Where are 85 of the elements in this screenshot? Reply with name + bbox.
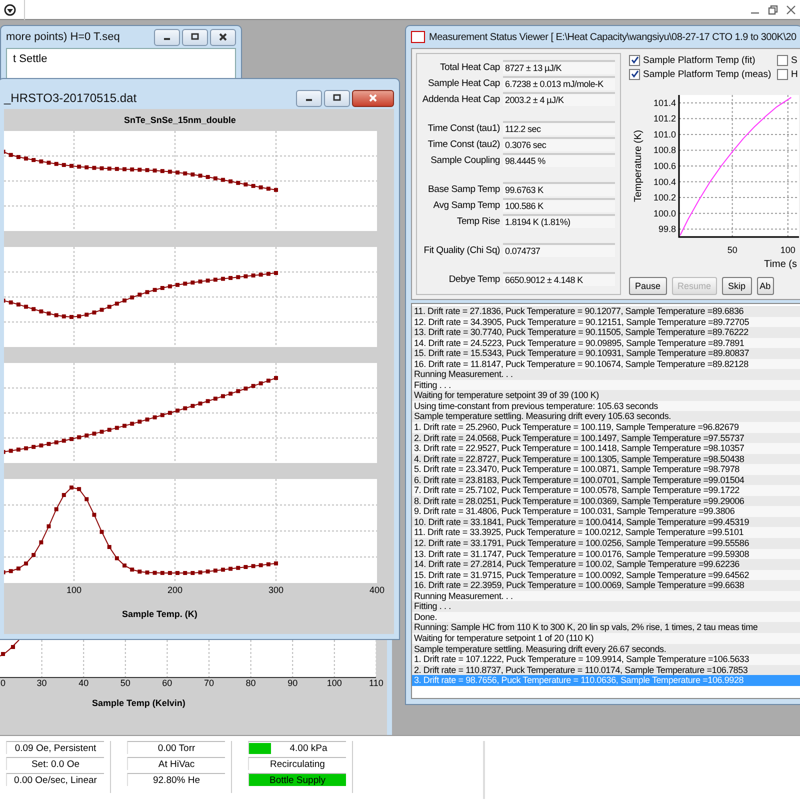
axis-tick-label: 101.2 bbox=[653, 114, 676, 124]
axis-tick-label: 40 bbox=[78, 678, 89, 688]
axis-tick-label: 100 bbox=[326, 678, 342, 688]
close-icon bbox=[367, 93, 379, 103]
field-label: Temp Rise bbox=[456, 216, 500, 226]
sequence-step: t Settle bbox=[13, 53, 229, 65]
maximize-icon bbox=[189, 32, 201, 42]
status-field: 0.00 Oe/sec, Linear bbox=[6, 773, 104, 786]
axis-title: Sample Temp (Kelvin) bbox=[92, 698, 186, 708]
axis-tick-label: 99.8 bbox=[658, 224, 676, 234]
value-field: 2003.2 ± 4 µJ/K bbox=[503, 92, 615, 106]
value-field: 100.586 K bbox=[503, 198, 615, 212]
axis-tick-label: 100 bbox=[780, 245, 796, 255]
restore-icon[interactable] bbox=[768, 4, 778, 14]
axis-tick-label: 110 bbox=[369, 678, 384, 688]
status-field: 4.00 kPa bbox=[248, 741, 346, 754]
minimize-button[interactable] bbox=[296, 90, 322, 106]
field-label: Addenda Heat Cap bbox=[421, 94, 500, 104]
value-field: 8727 ± 13 µJ/K bbox=[503, 60, 615, 74]
maximize-icon bbox=[331, 93, 343, 103]
status-field: Set: 0.0 Oe bbox=[6, 757, 104, 770]
status-field: 92.80% He bbox=[127, 773, 225, 786]
field-label: Total Heat Cap bbox=[438, 62, 500, 72]
checkbox[interactable]: H bbox=[777, 67, 797, 81]
close-icon bbox=[217, 32, 229, 42]
field-label: Sample Heat Cap bbox=[427, 78, 500, 88]
axis-tick-label: 60 bbox=[162, 678, 172, 688]
window-title: more points) H=0 T.seq bbox=[6, 31, 121, 43]
field-label: Base Samp Temp bbox=[426, 184, 500, 194]
maximize-button[interactable] bbox=[324, 90, 350, 106]
value-field: 6650.9012 ± 4.148 K bbox=[503, 272, 615, 286]
axis-tick-label: 70 bbox=[204, 678, 214, 688]
control-button[interactable]: Ab bbox=[756, 277, 774, 295]
axis-tick-label: 100.0 bbox=[653, 208, 676, 218]
axis-tick-label: 100.4 bbox=[653, 176, 676, 187]
field-label: Avg Samp Temp bbox=[432, 200, 500, 210]
axis-tick-label: 101.0 bbox=[653, 129, 676, 140]
checkbox[interactable]: Sample Platform Temp (meas) bbox=[629, 67, 777, 81]
axis-title: Temperature (K) bbox=[633, 130, 644, 202]
axis-tick-label: 80 bbox=[246, 678, 256, 688]
field-label: Time Const (tau2) bbox=[426, 138, 500, 150]
value-field: 98.4445 % bbox=[503, 153, 615, 167]
checkbox[interactable]: S bbox=[777, 53, 797, 67]
close-button[interactable] bbox=[352, 90, 394, 106]
value-field: 0.074737 bbox=[503, 243, 615, 257]
axis-tick-label: 30 bbox=[36, 678, 47, 688]
close-button[interactable] bbox=[210, 28, 236, 46]
axis-tick-label: 0 bbox=[0, 678, 6, 688]
axis-tick-label: 100.8 bbox=[653, 145, 676, 156]
checkbox[interactable]: Sample Platform Temp (fit) bbox=[629, 53, 777, 67]
axis-tick-label: 100.2 bbox=[653, 192, 676, 203]
field-label: Sample Coupling bbox=[430, 154, 500, 166]
value-field: 99.6763 K bbox=[503, 182, 615, 196]
axis-tick-label: 50 bbox=[727, 245, 738, 255]
value-field: 6.7238 ± 0.013 mJ/mole-K bbox=[503, 76, 615, 90]
value-field: 1.8194 K (1.81%) bbox=[503, 214, 615, 228]
axis-tick-label: 100.6 bbox=[653, 161, 676, 171]
status-field: Bottle Supply bbox=[248, 773, 346, 786]
app-logo-icon bbox=[411, 31, 425, 43]
status-field: 0.00 Torr bbox=[127, 741, 225, 754]
status-field: 0.09 Oe, Persistent bbox=[6, 741, 104, 754]
value-field: 0.3076 sec bbox=[503, 137, 615, 151]
status-field: At HiVac bbox=[127, 757, 225, 770]
axis-tick-label: 50 bbox=[120, 678, 130, 688]
axis-tick-label: 100 bbox=[66, 585, 82, 595]
axis-tick-label: 300 bbox=[268, 585, 284, 595]
axis-tick-label: 90 bbox=[288, 678, 298, 688]
window-title: _HRSTO3-20170515.dat bbox=[4, 91, 138, 105]
status-field: Recirculating bbox=[248, 757, 346, 770]
close-icon[interactable] bbox=[786, 4, 796, 14]
maximize-button[interactable] bbox=[182, 28, 208, 46]
plot-title: SnTe_SnSe_15nm_double bbox=[124, 115, 236, 125]
axis-title: Time (s bbox=[764, 259, 797, 270]
control-button[interactable]: Skip bbox=[722, 277, 752, 295]
control-button[interactable]: Pause bbox=[629, 277, 667, 295]
axis-tick-label: 200 bbox=[167, 585, 183, 595]
field-label: Debye Temp bbox=[448, 274, 500, 284]
axis-title: Sample Temp. (K) bbox=[122, 609, 198, 619]
window-title: Measurement Status Viewer [ E:\Heat Capacity\wangsiyu\08-27-17 CTO 1.9 to 300K\20 bbox=[429, 32, 798, 42]
minimize-button[interactable] bbox=[154, 28, 180, 46]
value-field: 112.2 sec bbox=[503, 121, 615, 135]
field-label: Time Const (tau1) bbox=[426, 122, 500, 134]
axis-tick-label: 400 bbox=[369, 585, 385, 595]
axis-tick-label: 101.4 bbox=[653, 98, 676, 108]
field-label: Fit Quality (Chi Sq) bbox=[422, 244, 500, 256]
